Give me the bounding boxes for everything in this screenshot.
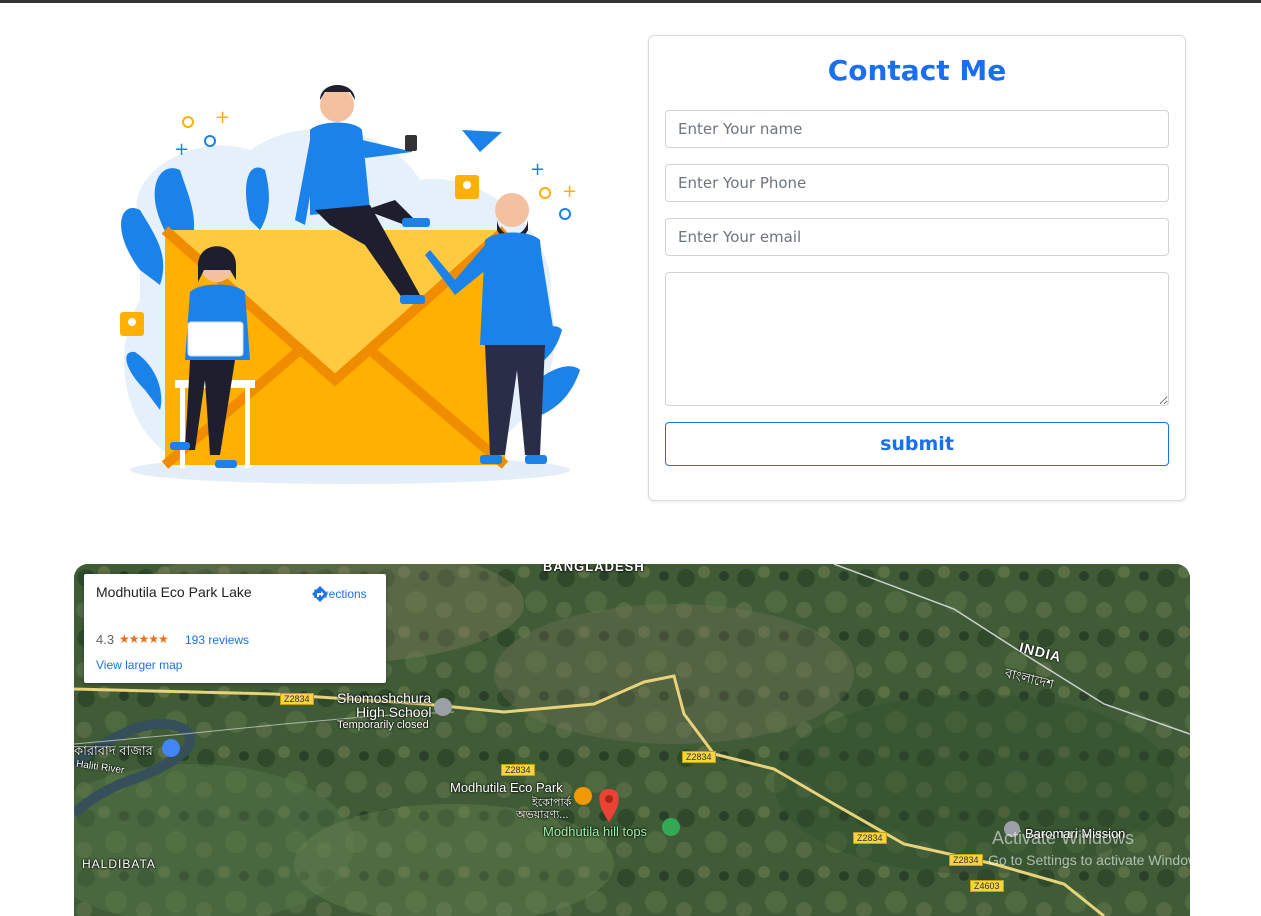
svg-text:+: + xyxy=(174,139,189,160)
map-label-eco-park: Modhutila Eco Park xyxy=(450,780,563,795)
submit-button[interactable]: submit xyxy=(665,422,1169,466)
view-larger-map-link[interactable]: View larger map xyxy=(96,658,182,672)
road-shield: Z2834 xyxy=(280,693,314,705)
map-label-school-status: Temporarily closed xyxy=(337,719,429,731)
reviews-link[interactable]: 193 reviews xyxy=(185,633,249,647)
activation-watermark-subtitle: Go to Settings to activate Windows. xyxy=(988,852,1190,868)
road-shield: Z4603 xyxy=(970,880,1004,892)
map-info-card: Modhutila Eco Park Lake Directions 4.3 ★… xyxy=(84,574,386,683)
road-shield: Z2834 xyxy=(682,751,716,763)
top-border xyxy=(0,0,1261,3)
contact-title: Contact Me xyxy=(827,54,1007,87)
road-shield: Z2834 xyxy=(949,854,983,866)
svg-text:+: + xyxy=(530,159,545,180)
map-label-school-line2: High School xyxy=(356,704,432,720)
place-name: Modhutila Eco Park Lake xyxy=(96,584,252,600)
map-label-haldibata: HALDIBATA xyxy=(82,857,156,871)
map-label-eco-park-bn2: অভয়ারণ্য... xyxy=(516,809,569,821)
google-map[interactable]: Modhutila Eco Park Lake Directions 4.3 ★… xyxy=(74,564,1190,916)
road-shield: Z2834 xyxy=(853,832,887,844)
directions-icon xyxy=(312,586,328,602)
map-label-hill-tops: Modhutila hill tops xyxy=(543,824,648,839)
directions-button[interactable]: Directions xyxy=(310,584,370,602)
svg-text:+: + xyxy=(215,107,230,128)
contact-card: Contact Me submit xyxy=(648,35,1186,501)
name-input[interactable] xyxy=(665,110,1169,148)
contact-illustration: + + + + xyxy=(120,85,580,484)
activation-watermark-title: Activate Windows xyxy=(992,828,1135,848)
map-label-bangladesh: BANGLADESH xyxy=(543,564,645,574)
message-textarea[interactable] xyxy=(665,272,1169,406)
rating-stars-icon: ★★★★★ xyxy=(119,632,169,646)
rating-value: 4.3 xyxy=(96,632,115,647)
svg-text:+: + xyxy=(562,181,577,202)
email-input[interactable] xyxy=(665,218,1169,256)
phone-input[interactable] xyxy=(665,164,1169,202)
road-shield: Z2834 xyxy=(501,764,535,776)
